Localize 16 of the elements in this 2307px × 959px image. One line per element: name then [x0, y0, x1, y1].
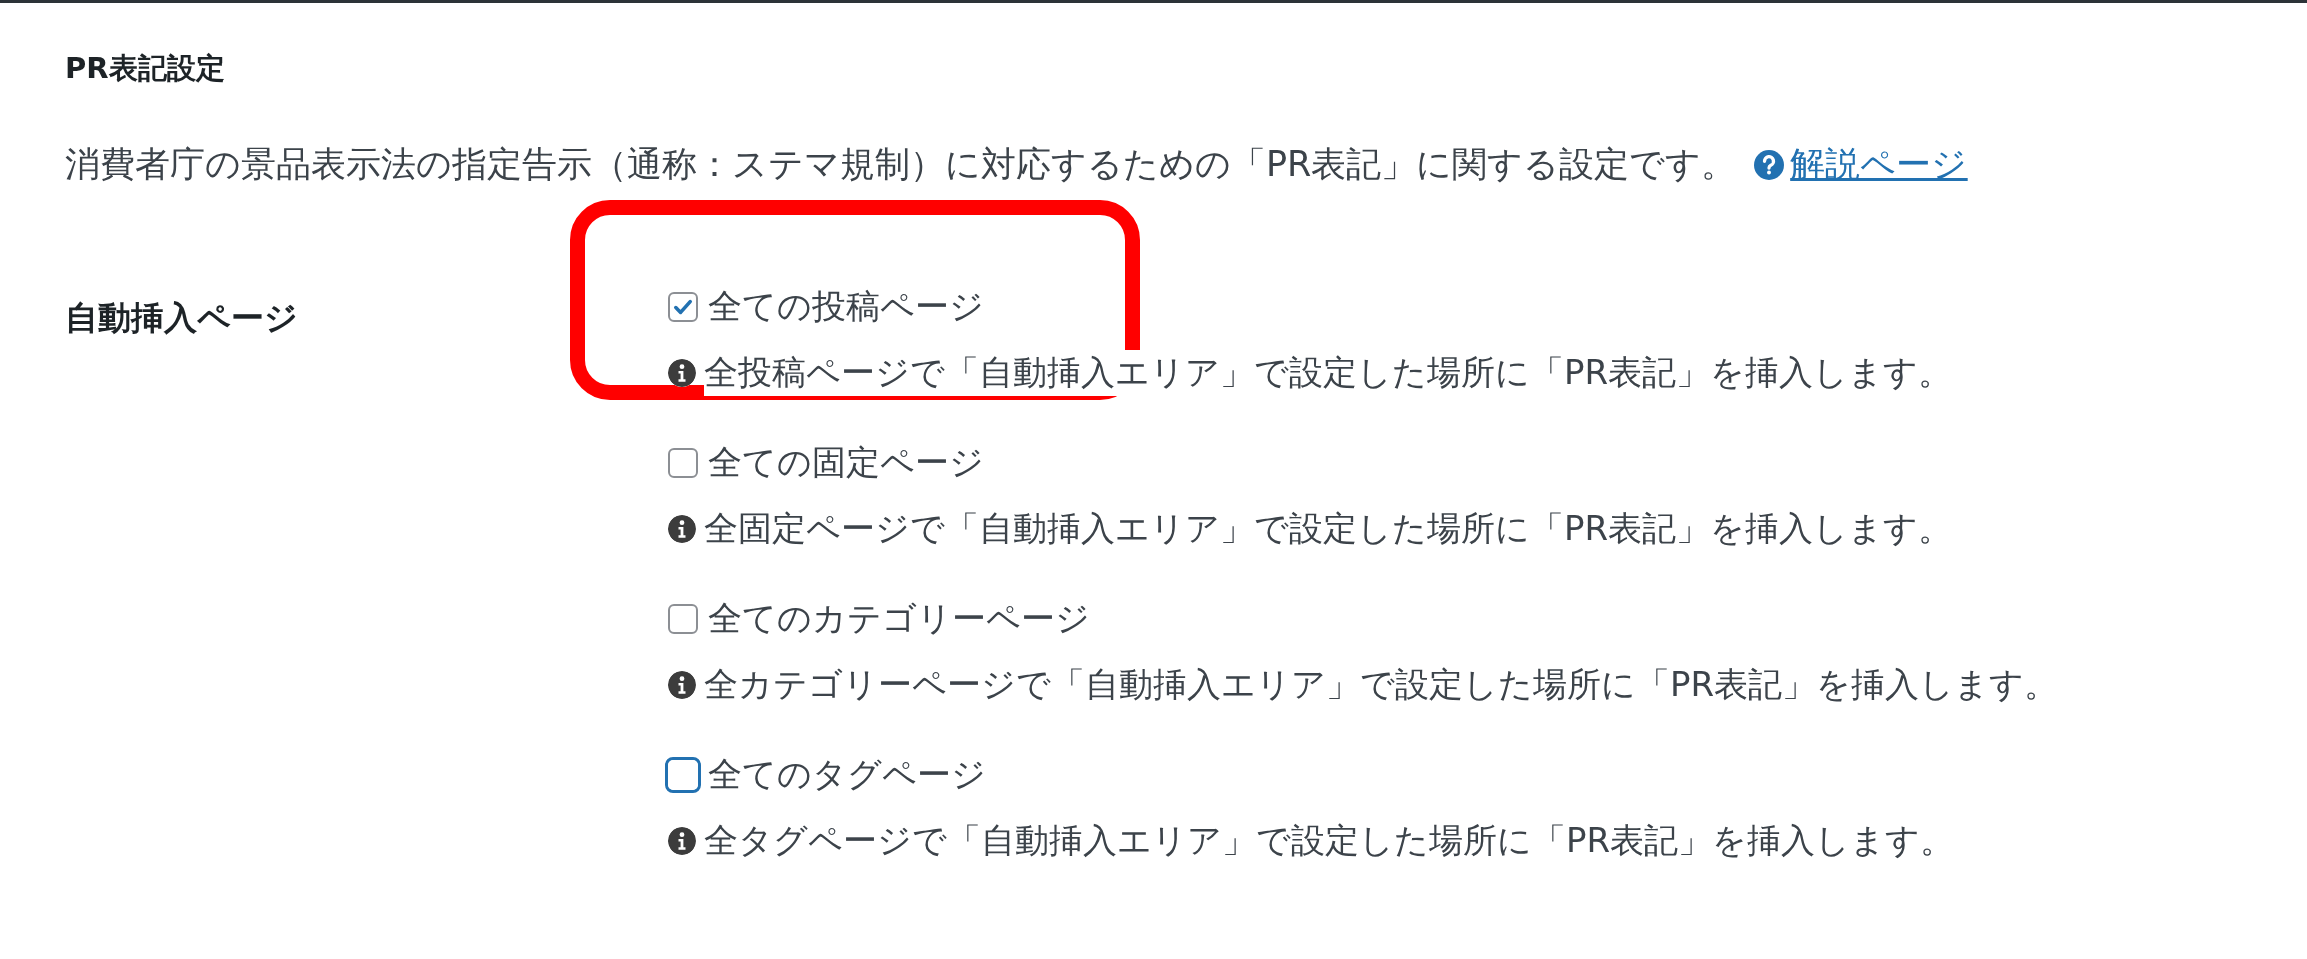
checkbox[interactable]	[668, 604, 698, 634]
info-icon	[668, 827, 696, 855]
checkbox[interactable]	[668, 760, 698, 790]
info-icon	[668, 515, 696, 543]
checkbox-label[interactable]: 全ての投稿ページ	[708, 284, 984, 330]
checkbox[interactable]	[668, 292, 698, 322]
description-text: 消費者庁の景品表示法の指定告示（通称：ステマ規制）に対応するための「PR表記」に関する設定です。	[65, 143, 1737, 186]
help-icon	[1754, 149, 1785, 180]
field-label: 自動挿入ページ	[65, 297, 299, 339]
info-icon	[668, 359, 696, 387]
checkbox-label[interactable]: 全てのカテゴリーページ	[708, 596, 1090, 642]
checkbox-label[interactable]: 全てのタグページ	[708, 752, 986, 798]
info-icon	[668, 671, 696, 699]
section-title: PR表記設定	[65, 50, 226, 87]
checkbox[interactable]	[668, 448, 698, 478]
checkbox-label[interactable]: 全ての固定ページ	[708, 440, 984, 486]
